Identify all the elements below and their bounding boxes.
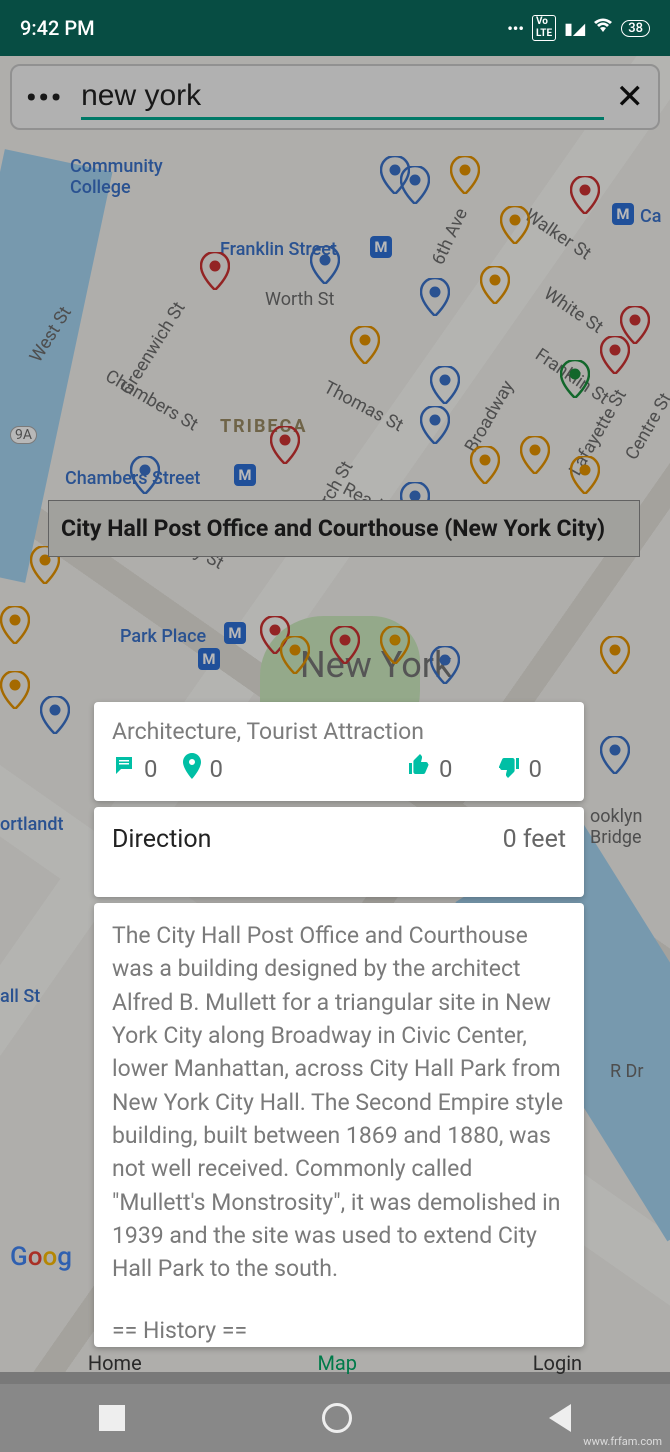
status-bar: 9:42 PM ••• VoLTE ▮◢ 38	[0, 0, 670, 56]
back-button[interactable]	[549, 1404, 571, 1432]
volte-icon: VoLTE	[532, 15, 556, 41]
description-panel[interactable]: The City Hall Post Office and Courthouse…	[94, 903, 584, 1347]
comments-stat[interactable]: 0	[112, 754, 158, 784]
location-icon	[182, 753, 202, 785]
distance-value: 0 feet	[503, 825, 566, 854]
signal-icon: ▮◢	[564, 19, 585, 38]
status-icons: ••• VoLTE ▮◢ 38	[507, 15, 650, 41]
card-header: Architecture, Tourist Attraction 0 0	[94, 702, 584, 801]
places-stat[interactable]: 0	[182, 753, 224, 785]
recent-apps-button[interactable]	[99, 1405, 125, 1431]
comment-icon	[112, 754, 136, 784]
comments-count: 0	[144, 755, 158, 783]
more-dots-icon: •••	[507, 19, 524, 38]
place-card: Architecture, Tourist Attraction 0 0	[94, 702, 584, 1347]
likes-stat[interactable]: 0	[407, 754, 453, 784]
watermark: www.frfam.com	[583, 1435, 662, 1448]
description-text: The City Hall Post Office and Courthouse…	[112, 919, 566, 1286]
direction-panel[interactable]: Direction 0 feet	[94, 807, 584, 897]
dislikes-stat[interactable]: 0	[497, 754, 543, 784]
android-navbar	[0, 1384, 670, 1452]
wifi-icon	[593, 18, 613, 38]
thumbs-down-icon	[497, 754, 521, 784]
status-time: 9:42 PM	[20, 16, 95, 40]
places-count: 0	[210, 755, 224, 783]
battery-icon: 38	[621, 20, 650, 37]
history-header: == History ==	[112, 1314, 566, 1347]
likes-count: 0	[439, 755, 453, 783]
home-button[interactable]	[322, 1403, 352, 1433]
dislikes-count: 0	[529, 755, 543, 783]
direction-label: Direction	[112, 825, 211, 854]
thumbs-up-icon	[407, 754, 431, 784]
place-categories: Architecture, Tourist Attraction	[112, 718, 566, 745]
